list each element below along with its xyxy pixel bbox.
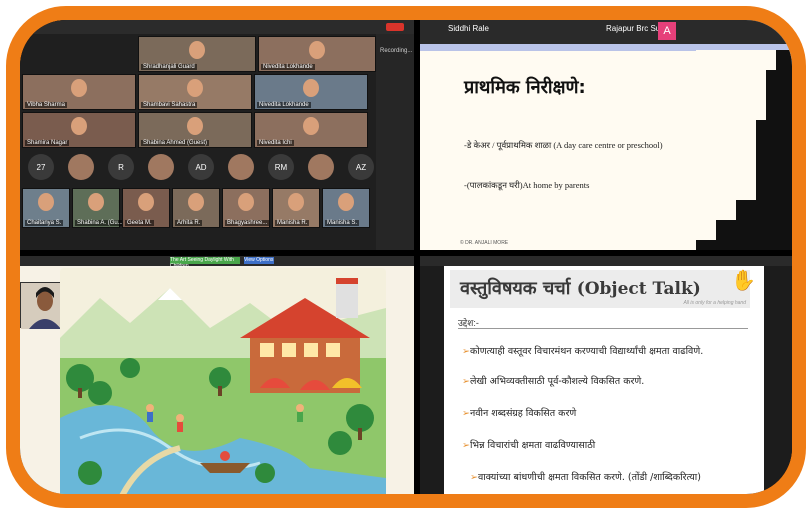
slide-object-talk-panel: वस्तुविषयक चर्चा (Object Talk) ✋ All is … [420, 256, 792, 494]
objective-bullet: ➢नवीन शब्दसंग्रह विकसित करणे [462, 408, 577, 419]
participant-face [71, 79, 87, 97]
recording-label: Recording... [380, 48, 413, 54]
meeting-top-bar: The Art Seeing Daylight With Children Vi… [20, 256, 414, 269]
slide-title: वस्तुविषयक चर्चा (Object Talk) [460, 276, 701, 300]
participant-name: Shamira Nagar [25, 140, 70, 146]
participant-tile[interactable]: Nivedita Lokhande [258, 36, 376, 72]
participant-initials-chip[interactable]: AD [188, 154, 214, 180]
participant-photo-chip[interactable] [308, 154, 334, 180]
participant-initials-chip[interactable]: 27 [28, 154, 54, 180]
participant-face [188, 193, 204, 211]
arrow-icon: ➢ [462, 440, 470, 451]
arrow-icon: ➢ [462, 376, 470, 387]
participant-tile[interactable]: Geeta M. [122, 188, 170, 228]
participant-name: Manisha S. [325, 220, 360, 226]
collage-frame: Shradhanjali Guard Nivedita Lokhande Vibha… [6, 6, 806, 508]
participant-name: Geeta M. [125, 220, 154, 226]
participant-face [238, 193, 254, 211]
participant-row: Shamira Nagar Shabina Ahmed (Guest) Nivedi… [22, 112, 368, 148]
meeting-top-bar [420, 256, 792, 266]
participant-tile[interactable]: Manisha R. [272, 188, 320, 228]
participant-name: Vibha Sharma [25, 102, 67, 108]
title-english: (Object Talk) [576, 279, 701, 299]
participant-photo-chip[interactable] [68, 154, 94, 180]
participant-face [189, 41, 205, 59]
participant-tile[interactable]: Arhita R. [172, 188, 220, 228]
leave-button[interactable] [386, 23, 404, 31]
share-tab[interactable]: The Art Seeing Daylight With Children [170, 257, 240, 269]
participant-name: Chaitanya S. [25, 220, 64, 226]
slide-footer: © DR. ANJALI MORE [460, 240, 509, 246]
participant-face [338, 193, 354, 211]
village-illustration [60, 268, 386, 494]
participant-tile[interactable]: Vibha Sharma [22, 74, 136, 110]
divider [458, 328, 748, 329]
objective-bullet: ➢वाक्यांच्या बांधणीची क्षमता विकसित करणे… [470, 472, 701, 483]
participant-name: Nivedita Ichi [257, 140, 294, 146]
participant-name: Manisha R. [275, 220, 310, 226]
participant-row: Vibha Sharma Shambavi Sahastra Nivedita Lo… [22, 74, 368, 110]
picture-talk-panel: The Art Seeing Daylight With Children Vi… [20, 256, 414, 494]
hands-logo-icon: ✋ [731, 270, 756, 292]
participant-face [303, 79, 319, 97]
slide-observations-panel: Siddhi Rale Rajapur Brc Su... A ✋ प्राथम… [420, 20, 792, 250]
participant-face [288, 193, 304, 211]
participant-photo-chip[interactable] [148, 154, 174, 180]
logo-caption: All is only for a helping hand [683, 300, 746, 306]
participant-face [187, 79, 203, 97]
participant-face [303, 117, 319, 135]
participant-name: Nivedita Lokhande [257, 102, 311, 108]
meeting-top-bar [20, 20, 414, 34]
participant-tile[interactable]: Shabina A. (Gu... [72, 188, 125, 228]
bullet-2: -(पालकांकडून घरी)At home by parents [464, 180, 590, 190]
avatar: A [658, 22, 676, 40]
participant-tile[interactable]: Shradhanjali Guard [138, 36, 256, 72]
participant-face [71, 117, 87, 135]
participant-name: Shabina A. (Gu... [75, 220, 125, 226]
slide: ✋ प्राथमिक निरीक्षणे: -डे केअर / पूर्वप्… [420, 50, 792, 250]
participant-tile[interactable]: Shambavi Sahastra [138, 74, 252, 110]
participant-face [187, 117, 203, 135]
speaker-name: Siddhi Rale [448, 24, 489, 33]
arrow-icon: ➢ [462, 346, 470, 357]
objective-bullet: ➢लेखी अभिव्यक्तीसाठी पूर्व-कौशल्ये विकसि… [462, 376, 645, 387]
participant-initials-chip[interactable]: RM [268, 154, 294, 180]
participant-name: Arhita R. [175, 220, 203, 226]
participant-row: Shradhanjali Guard Nivedita Lokhande [138, 36, 376, 72]
participant-face [38, 193, 54, 211]
view-options-button[interactable]: View Options [244, 257, 274, 264]
speaker-strip: Siddhi Rale Rajapur Brc Su... A [420, 20, 792, 44]
slide-title: प्राथमिक निरीक्षणे: [464, 77, 586, 98]
participant-name: Shambavi Sahastra [141, 102, 198, 108]
participant-tile[interactable]: Chaitanya S. [22, 188, 70, 228]
participant-row: Chaitanya S. Shabina A. (Gu... Geeta M. Arh… [22, 188, 370, 228]
participants-sidebar: Recording... [376, 34, 414, 250]
participant-name: Nivedita Lokhande [261, 64, 315, 70]
title-marathi: वस्तुविषयक चर्चा [460, 278, 571, 299]
participant-tile[interactable]: Nivedita Lokhande [254, 74, 368, 110]
participant-chip-row: 27 R AD RM AZ [28, 154, 414, 180]
objective-bullet: ➢भिन्न विचारांची क्षमता वाढविण्यासाठी [462, 440, 596, 451]
participant-tile[interactable]: Nivedita Ichi [254, 112, 368, 148]
participant-initials-chip[interactable]: AZ [348, 154, 374, 180]
participant-tile[interactable]: Manisha S. [322, 188, 370, 228]
participant-tile[interactable]: Bhagyashree... [222, 188, 270, 228]
slide: वस्तुविषयक चर्चा (Object Talk) ✋ All is … [444, 266, 764, 494]
bullet-1: -डे केअर / पूर्वप्राथमिक शाळा (A day car… [464, 140, 663, 150]
participant-photo-chip[interactable] [228, 154, 254, 180]
participant-name: Shradhanjali Guard [141, 64, 197, 70]
participant-face [138, 193, 154, 211]
video-call-grid-panel: Shradhanjali Guard Nivedita Lokhande Vibha… [20, 20, 414, 250]
objective-bullet: ➢कोणत्याही वस्तूवर विचारमंथन करण्याची वि… [462, 346, 704, 357]
arrow-icon: ➢ [470, 472, 478, 483]
participant-initials-chip[interactable]: R [108, 154, 134, 180]
participant-tile[interactable]: Shamira Nagar [22, 112, 136, 148]
participant-name: Shabina Ahmed (Guest) [141, 140, 210, 146]
participant-name: Bhagyashree... [225, 220, 270, 226]
stairs-decoration [696, 50, 792, 250]
participant-face [88, 193, 104, 211]
participant-face [309, 41, 325, 59]
arrow-icon: ➢ [462, 408, 470, 419]
participant-tile[interactable]: Shabina Ahmed (Guest) [138, 112, 252, 148]
